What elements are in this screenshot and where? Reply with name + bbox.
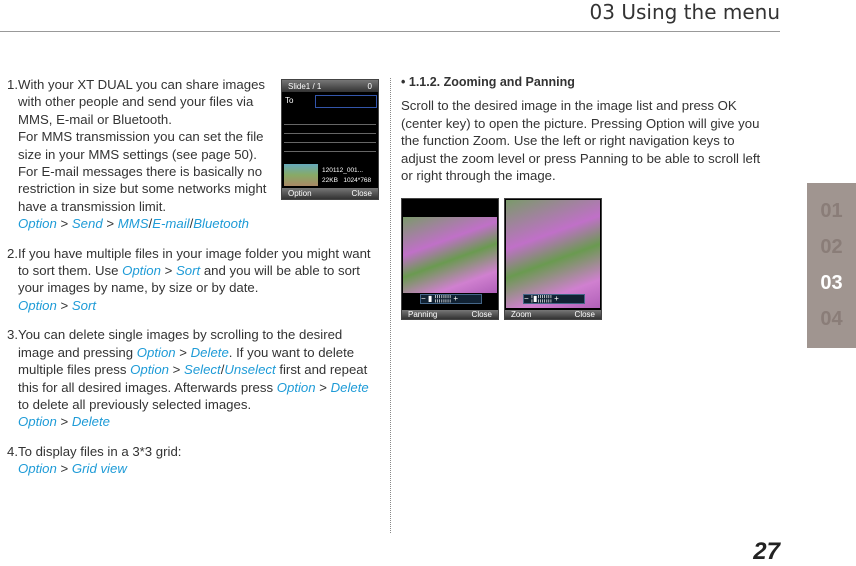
text: With your XT DUAL you can share images w… — [18, 77, 267, 214]
flower-image — [403, 217, 497, 293]
list-item: 3. You can delete single images by scroll… — [0, 326, 380, 430]
text: > — [56, 414, 72, 430]
page-number: 27 — [753, 538, 780, 565]
item-text: You can delete single images by scrollin… — [18, 326, 380, 430]
menu-path-keyword: Option — [136, 344, 176, 360]
chapter-tab-04[interactable]: 04 — [807, 301, 856, 337]
menu-path-keyword: Bluetooth — [193, 216, 249, 232]
flower-image-zoomed — [506, 200, 600, 308]
item-number: 3. — [7, 327, 18, 343]
section-heading: • 1.1.2. Zooming and Panning — [401, 75, 575, 89]
chapter-tab-02[interactable]: 02 — [807, 229, 856, 265]
menu-path-keyword: Sort — [71, 297, 97, 313]
attachment-thumbnail — [284, 164, 318, 186]
close-softkey: Close — [574, 310, 595, 319]
text: > — [169, 362, 185, 378]
slide-title: Slide1 / 1 — [288, 81, 322, 91]
chapter-tabs: 01 02 03 04 — [807, 183, 856, 348]
screenshot-zoom: − ¦▮¦¦¦¦¦¦¦ + Zoom Close — [504, 198, 602, 320]
item-number: 2. — [7, 245, 18, 261]
item-number: 1. — [7, 77, 18, 92]
message-lines — [284, 116, 376, 156]
menu-path-keyword: Option — [18, 216, 57, 232]
item-text: If you have multiple files in your image… — [18, 245, 380, 315]
to-field — [315, 95, 377, 108]
text: > — [56, 216, 72, 232]
column-divider — [390, 78, 391, 533]
menu-path-keyword: Sort — [175, 263, 201, 279]
phone-screenshot-send: Slide1 / 1 0 To 120112_001... 22KB 1024*76… — [281, 79, 379, 200]
text: To display files in a 3*3 grid: — [18, 443, 182, 459]
text: to delete all previously selected images… — [18, 396, 252, 412]
zoom-panning-section: • 1.1.2. Zooming and Panning Scroll to t… — [401, 74, 771, 184]
menu-path-keyword: Delete — [71, 414, 111, 430]
header-divider — [0, 31, 780, 32]
menu-path-keyword: Delete — [330, 379, 369, 395]
menu-path-keyword: Option — [18, 297, 57, 313]
page-header-title: 03 Using the menu — [589, 0, 780, 24]
to-label: To — [285, 96, 294, 105]
menu-path-keyword: MMS — [117, 216, 149, 232]
item-number: 4. — [7, 443, 18, 459]
screenshot-panning: − ▮ ¦¦¦¦¦¦¦¦ + Panning Close — [401, 198, 499, 320]
list-item: 4. To display files in a 3*3 grid: Option… — [0, 443, 380, 478]
chapter-tab-03[interactable]: 03 — [807, 265, 856, 301]
text: > — [175, 344, 191, 360]
menu-path-keyword: E-mail — [152, 216, 190, 232]
panning-softkey: Panning — [408, 310, 438, 319]
item-text: To display files in a 3*3 grid: Option >… — [18, 443, 380, 478]
menu-path-keyword: Option — [122, 263, 161, 279]
zoom-softkey: Zoom — [511, 310, 532, 319]
text: > — [315, 379, 331, 395]
close-softkey: Close — [471, 310, 492, 319]
text: > — [56, 297, 72, 313]
text: > — [102, 216, 118, 232]
attachment-info: 120112_001... 22KB 1024*768 — [322, 167, 372, 184]
item-text: With your XT DUAL you can share images w… — [18, 76, 273, 233]
text: > — [160, 263, 176, 279]
menu-path-keyword: Option — [18, 461, 57, 477]
menu-path-keyword: Send — [71, 216, 103, 232]
count: 0 — [367, 81, 372, 91]
close-softkey: Close — [351, 189, 372, 198]
text: > — [56, 461, 72, 477]
menu-path-keyword: Grid view — [71, 461, 127, 477]
menu-path-keyword: Option — [276, 379, 316, 395]
list-item: 2. If you have multiple files in your ima… — [0, 245, 380, 315]
chapter-tab-01[interactable]: 01 — [807, 193, 856, 229]
menu-path-keyword: Option — [18, 414, 57, 430]
menu-path-keyword: Select — [184, 362, 221, 378]
section-body: Scroll to the desired image in the image… — [401, 98, 761, 184]
menu-path-keyword: Option — [130, 362, 169, 378]
option-softkey: Option — [288, 189, 312, 198]
menu-path-keyword: Delete — [190, 344, 229, 360]
menu-path-keyword: Unselect — [224, 362, 276, 378]
